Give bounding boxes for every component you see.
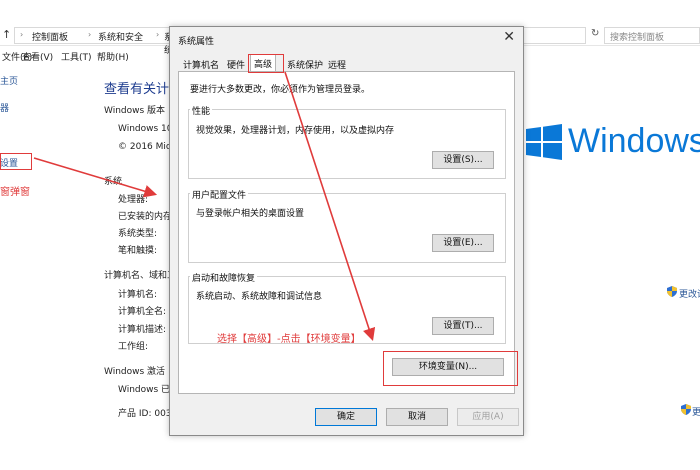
user-profiles-desc: 与登录帐户相关的桌面设置 — [196, 209, 305, 219]
arrow-to-dialog — [33, 157, 158, 198]
product-id: 产品 ID: 003 — [118, 409, 172, 419]
control-panel-titlebar — [0, 0, 700, 24]
left-nav-device-manager[interactable]: 器 — [0, 101, 9, 114]
advanced-tab-highlight — [248, 54, 284, 73]
startup-recovery-title: 启动和故障恢复 — [190, 271, 258, 284]
copyright: © 2016 Mic — [118, 142, 171, 152]
tab-computer-name[interactable]: 计算机名 — [180, 56, 222, 71]
tab-hardware[interactable]: 硬件 — [224, 56, 248, 71]
computer-name-label: 计算机名: — [118, 290, 158, 300]
menu-view[interactable]: 查看(V) — [22, 50, 53, 63]
cancel-button[interactable]: 取消 — [386, 408, 448, 426]
computer-section-label: 计算机名、域和工 — [104, 271, 177, 281]
activation-label: Windows 激活 — [104, 367, 166, 377]
change-product-key-link[interactable]: 更改 — [692, 405, 700, 418]
startup-recovery-settings-button[interactable]: 设置(T)... — [432, 317, 494, 335]
full-name-label: 计算机全名: — [118, 307, 167, 317]
windows-edition-label: Windows 版本 — [104, 106, 166, 116]
windows-edition: Windows 10 — [118, 124, 173, 134]
tab-remote[interactable]: 远程 — [325, 56, 349, 71]
windows-logo-icon — [526, 124, 562, 160]
chevron-right-icon: › — [156, 30, 160, 39]
pen-touch-label: 笔和触摸: — [118, 246, 158, 256]
description-label: 计算机描述: — [118, 325, 167, 335]
system-type-label: 系统类型: — [118, 229, 158, 239]
system-properties-dialog: 系统属性 ✕ 计算机名 硬件 高级 系统保护 远程 要进行大多数更改，你必须作为… — [169, 26, 524, 436]
performance-title: 性能 — [190, 104, 213, 117]
apply-button[interactable]: 应用(A) — [457, 408, 519, 426]
chevron-right-icon: › — [88, 30, 92, 39]
windows-logo-text: Windows — [568, 122, 700, 160]
chevron-right-icon: › — [20, 30, 24, 39]
performance-desc: 视觉效果，处理器计划，内存使用，以及虚拟内存 — [196, 126, 395, 136]
startup-recovery-desc: 系统启动、系统故障和调试信息 — [196, 292, 323, 302]
admin-note: 要进行大多数更改，你必须作为管理员登录。 — [190, 85, 371, 95]
close-icon[interactable]: ✕ — [503, 29, 515, 45]
user-profiles-settings-button[interactable]: 设置(E)... — [432, 234, 494, 252]
left-annotation: 窗弹窗 — [0, 187, 30, 198]
left-nav-home[interactable]: 主页 — [0, 74, 18, 87]
user-profiles-title: 用户配置文件 — [190, 188, 249, 201]
environment-variables-button[interactable]: 环境变量(N)... — [392, 358, 504, 376]
tab-system-protection[interactable]: 系统保护 — [284, 56, 326, 71]
processor-label: 处理器: — [118, 195, 149, 205]
memory-label: 已安装的内存 — [118, 212, 173, 222]
dialog-title: 系统属性 — [178, 37, 215, 47]
shield-icon — [681, 404, 691, 415]
activation-status: Windows 已 — [118, 385, 171, 395]
instruction-annotation: 选择【高级】-点击【环境变量】 — [217, 334, 361, 345]
ok-button[interactable]: 确定 — [315, 408, 377, 426]
search-input[interactable]: 搜索控制面板 — [604, 27, 700, 44]
change-settings-link[interactable]: 更改设 — [679, 287, 700, 300]
performance-settings-button[interactable]: 设置(S)... — [432, 151, 494, 169]
menu-help[interactable]: 帮助(H) — [97, 50, 129, 63]
user-profiles-group — [188, 193, 506, 263]
menu-tools[interactable]: 工具(T) — [61, 50, 92, 63]
breadcrumb-control-panel[interactable]: 控制面板 — [32, 30, 68, 43]
system-label: 系统 — [104, 177, 123, 187]
workgroup-label: 工作组: — [118, 342, 149, 352]
refresh-icon[interactable]: ↻ — [591, 28, 599, 39]
up-arrow-icon[interactable]: ↑ — [2, 28, 11, 41]
left-highlight-box — [0, 153, 32, 170]
shield-icon — [667, 286, 677, 297]
breadcrumb-system-security[interactable]: 系统和安全 — [98, 30, 143, 43]
